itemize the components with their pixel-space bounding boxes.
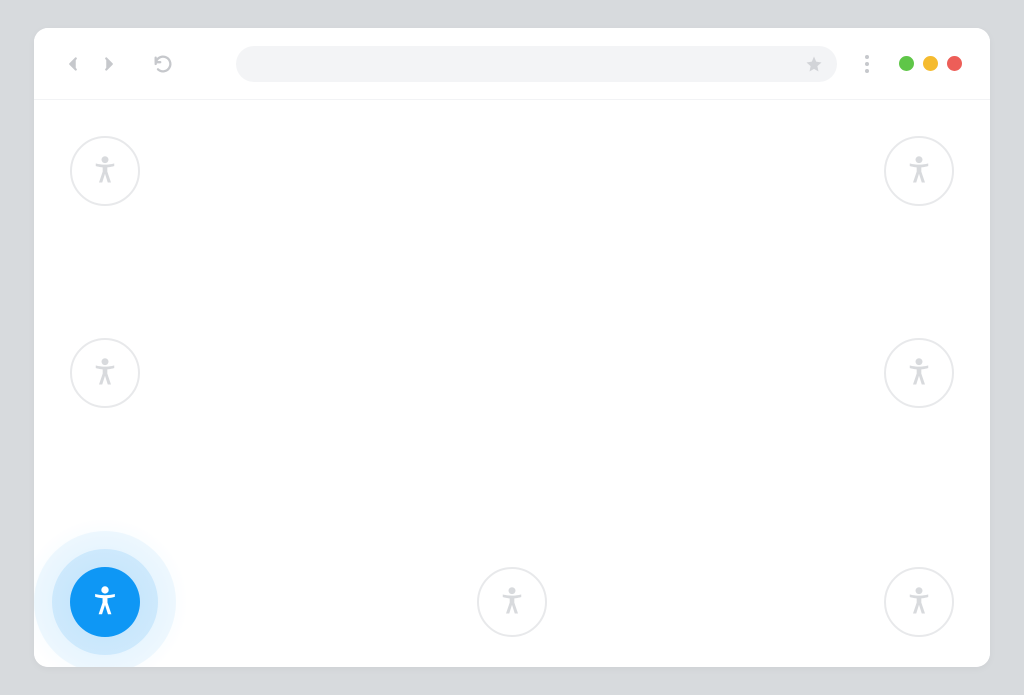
arrow-right-icon — [98, 53, 120, 75]
back-button[interactable] — [62, 53, 84, 75]
window-controls — [899, 56, 962, 71]
accessibility-person-icon — [90, 586, 120, 618]
browser-menu-button[interactable] — [857, 55, 877, 73]
reload-icon — [152, 53, 174, 75]
accessibility-person-icon — [905, 156, 933, 186]
accessibility-person-icon — [905, 358, 933, 388]
window-maximize-button[interactable] — [923, 56, 938, 71]
widget-position-bottom-center[interactable] — [477, 567, 547, 637]
forward-button[interactable] — [98, 53, 120, 75]
browser-content — [34, 100, 990, 667]
arrow-left-icon — [62, 53, 84, 75]
widget-position-bottom-right[interactable] — [884, 567, 954, 637]
accessibility-person-icon — [91, 156, 119, 186]
accessibility-widget-active[interactable] — [70, 567, 140, 637]
window-close-button[interactable] — [947, 56, 962, 71]
accessibility-person-icon — [905, 587, 933, 617]
accessibility-person-icon — [91, 358, 119, 388]
accessibility-person-icon — [498, 587, 526, 617]
bookmark-button[interactable] — [805, 55, 823, 73]
dots-vertical-icon — [865, 55, 869, 59]
window-minimize-button[interactable] — [899, 56, 914, 71]
widget-position-top-right[interactable] — [884, 136, 954, 206]
widget-position-top-left[interactable] — [70, 136, 140, 206]
browser-window — [34, 28, 990, 667]
address-bar[interactable] — [236, 46, 837, 82]
widget-position-mid-left[interactable] — [70, 338, 140, 408]
browser-toolbar — [34, 28, 990, 100]
widget-position-mid-right[interactable] — [884, 338, 954, 408]
star-icon — [805, 55, 823, 73]
reload-button[interactable] — [152, 53, 174, 75]
nav-buttons-group — [62, 53, 174, 75]
